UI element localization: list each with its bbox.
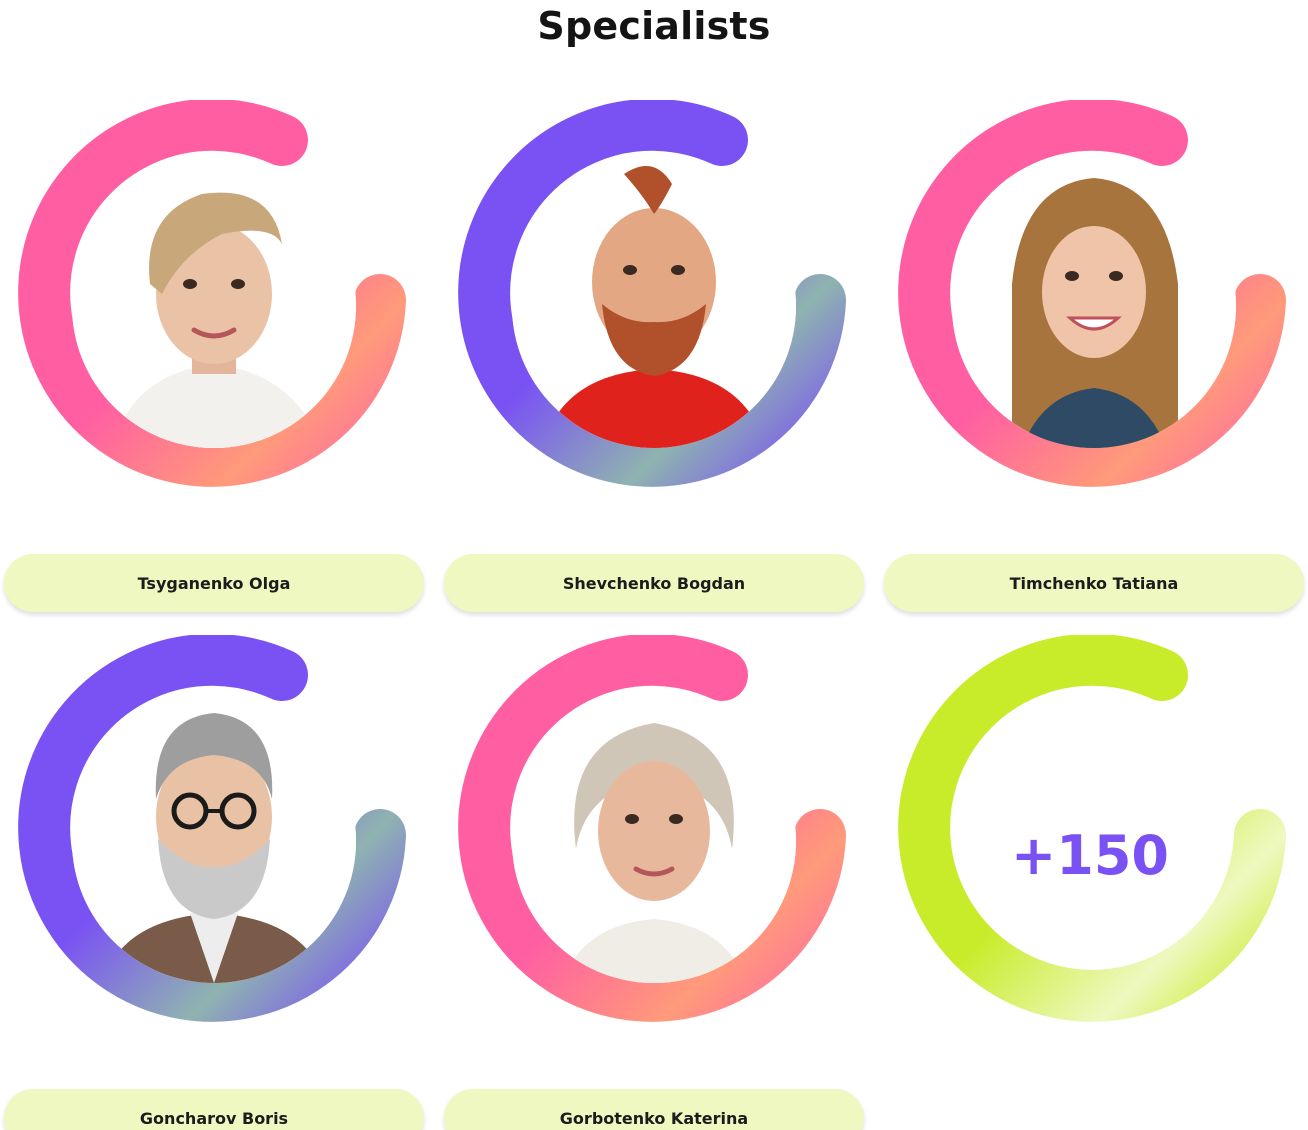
avatar-ring <box>440 635 860 1075</box>
portrait-photo <box>72 699 356 983</box>
specialist-name[interactable]: Timchenko Tatiana <box>884 554 1304 612</box>
specialist-name[interactable]: Goncharov Boris <box>4 1089 424 1130</box>
specialist-name[interactable]: Shevchenko Bogdan <box>444 554 864 612</box>
specialists-page: Specialists Tsyganenko Olga Shevchenko B… <box>0 0 1308 1130</box>
specialist-card[interactable]: Shevchenko Bogdan <box>440 100 864 612</box>
portrait-photo <box>512 164 796 448</box>
portrait-photo <box>72 164 356 448</box>
avatar-ring <box>0 635 420 1075</box>
avatar-ring <box>0 100 420 540</box>
portrait-photo <box>952 164 1236 448</box>
specialist-card[interactable]: Gorbotenko Katerina <box>440 635 864 1130</box>
more-specialists-card[interactable]: +150 <box>880 635 1300 1130</box>
avatar-ring <box>440 100 860 540</box>
count-ring: +150 <box>880 635 1300 1075</box>
specialist-card[interactable]: Goncharov Boris <box>0 635 424 1130</box>
specialist-card[interactable]: Timchenko Tatiana <box>880 100 1304 612</box>
portrait-photo <box>512 699 796 983</box>
more-count: +150 <box>1011 823 1169 887</box>
page-title: Specialists <box>537 4 771 48</box>
avatar-ring <box>880 100 1300 540</box>
specialist-name[interactable]: Gorbotenko Katerina <box>444 1089 864 1130</box>
specialist-name[interactable]: Tsyganenko Olga <box>4 554 424 612</box>
specialist-card[interactable]: Tsyganenko Olga <box>0 100 424 612</box>
